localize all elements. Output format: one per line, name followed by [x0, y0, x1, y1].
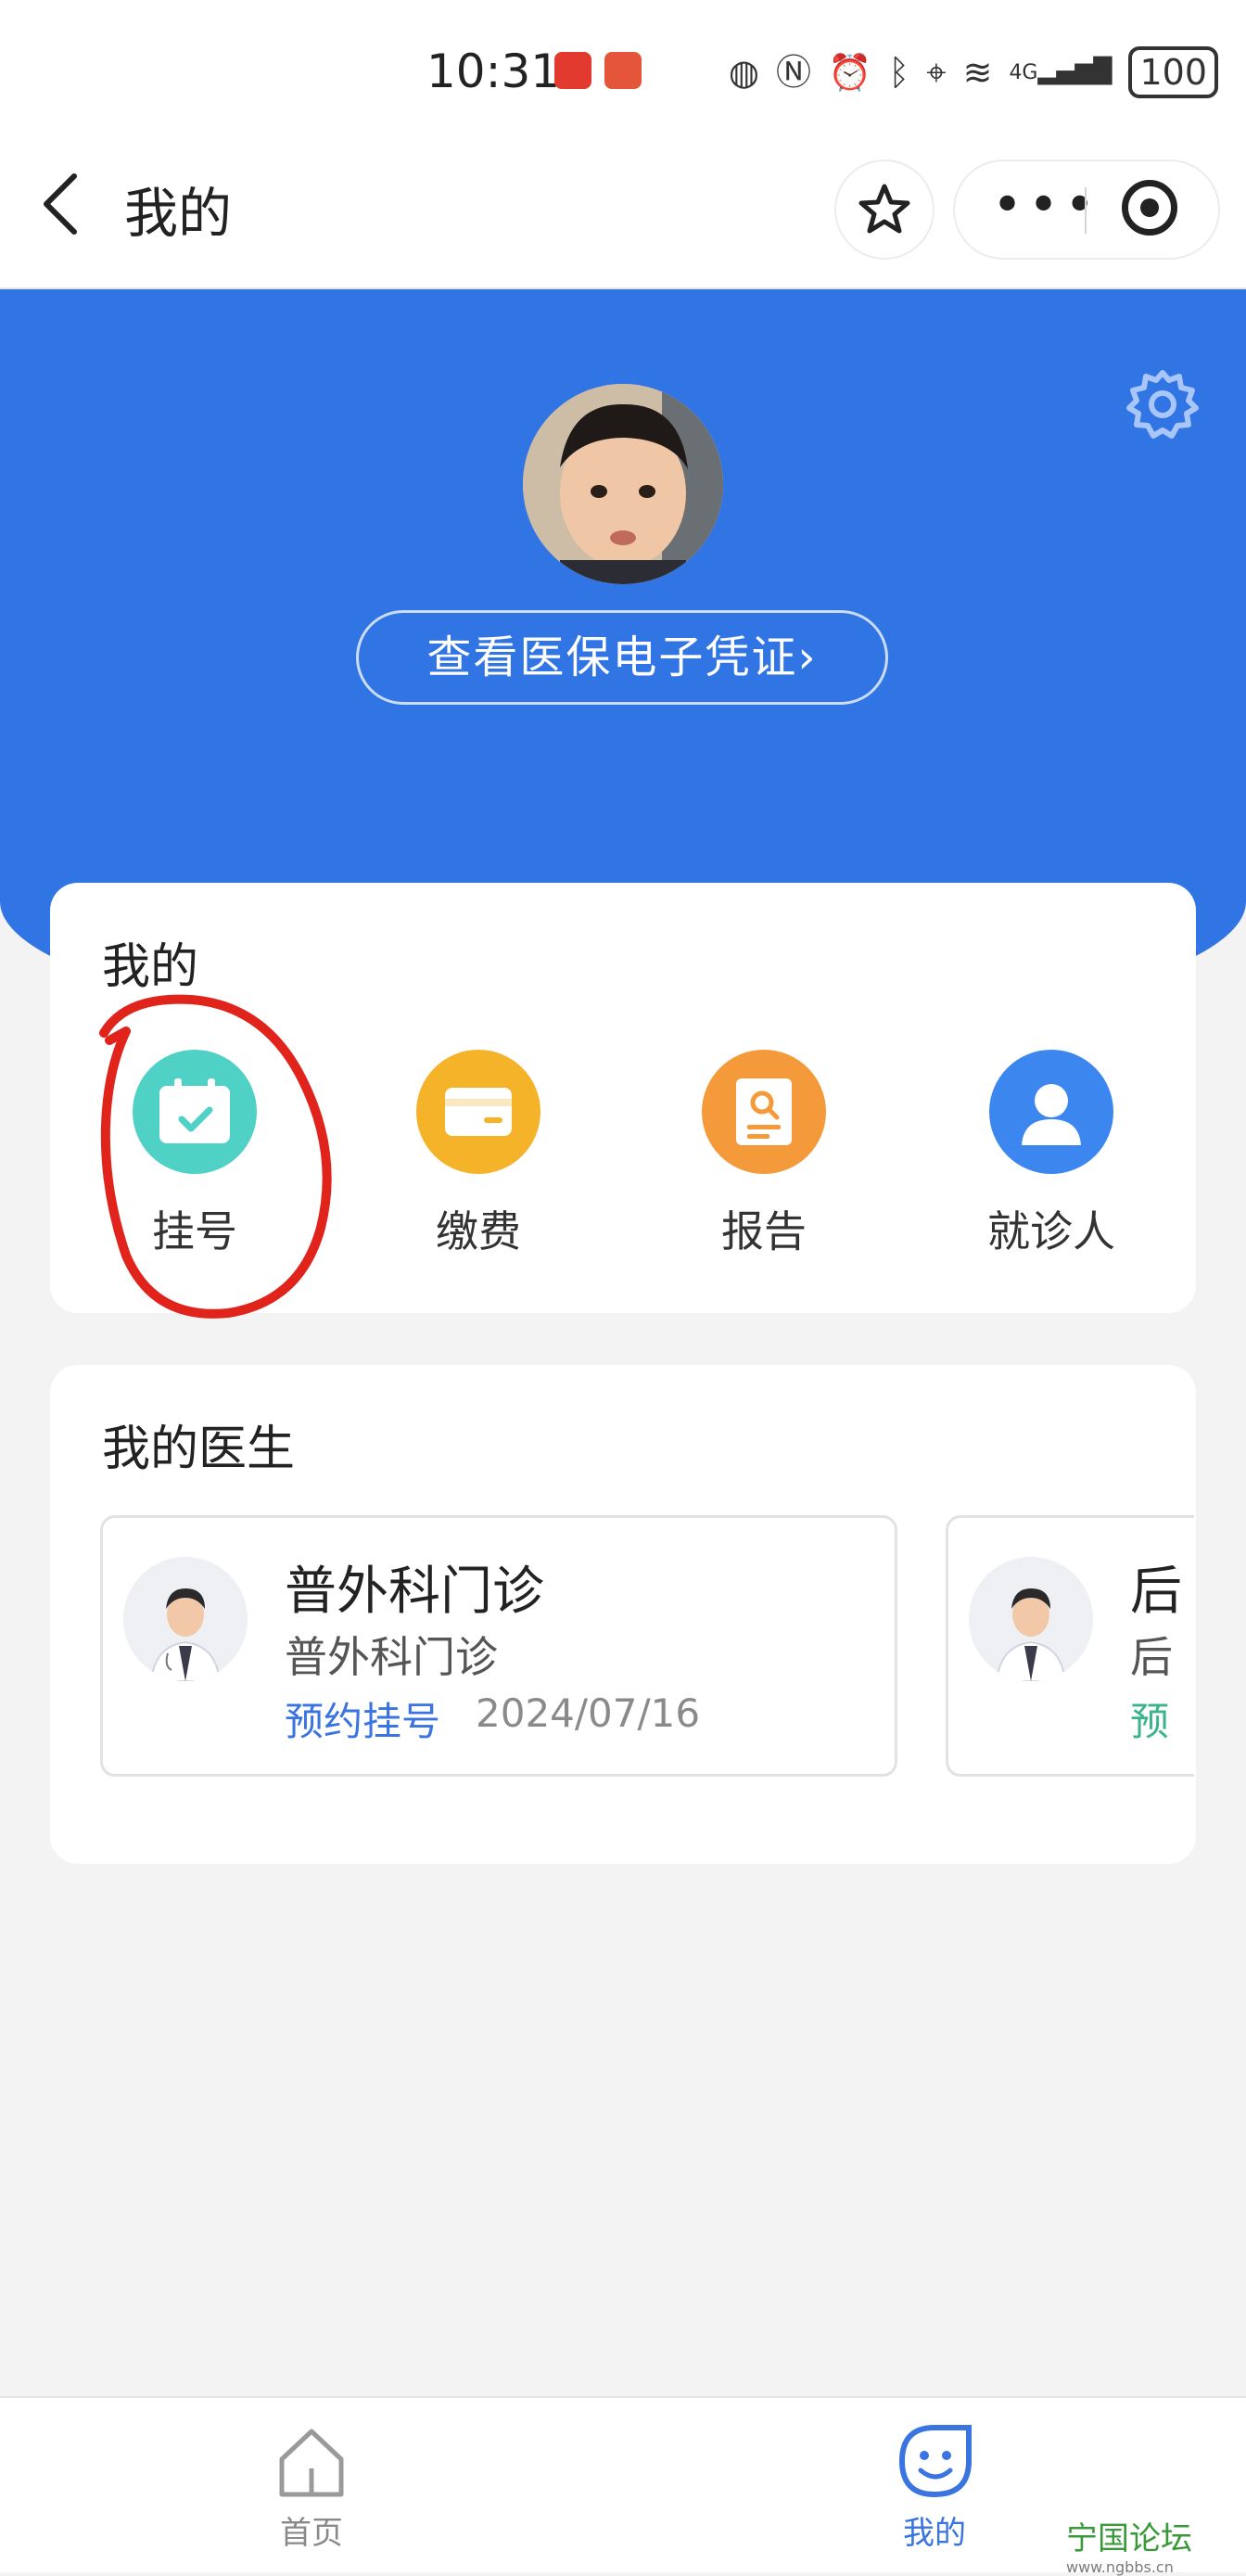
watermark-text: 宁国论坛 [1066, 2520, 1192, 2557]
wifi-icon: ≋ [962, 52, 993, 93]
avatar-photo [523, 384, 723, 584]
doctor-card[interactable]: 后 后 预 [946, 1515, 1194, 1777]
tab-mine[interactable]: 我的 [842, 2422, 1027, 2553]
nav-bar: 我的 ••• [0, 139, 1246, 289]
status-time: 10:31 [426, 45, 561, 98]
alarm-icon: ⏰ [828, 52, 872, 93]
location-icon: ⌖ [926, 52, 947, 93]
tab-home[interactable]: 首页 [219, 2422, 404, 2553]
settings-gear-icon[interactable] [1125, 367, 1200, 441]
tab-home-label: 首页 [280, 2515, 343, 2552]
network-type: 4G [1009, 61, 1038, 84]
doctor-carousel[interactable]: 普外科门诊 普外科门诊 预约挂号 2024/07/16 后 后 预 [100, 1515, 1194, 1784]
bluetooth-icon: ᛒ [888, 52, 910, 93]
doctor-avatar [969, 1557, 1093, 1681]
signal-icon: 4G▂▄▆█ [1009, 57, 1112, 85]
payment-label: 缴费 [436, 1206, 521, 1256]
medical-insurance-certificate-button[interactable]: 查看医保电子凭证› [356, 610, 888, 705]
back-button[interactable] [37, 167, 83, 260]
my-doctors-title: 我的医生 [102, 1422, 296, 1477]
tab-mine-label: 我的 [903, 2515, 966, 2552]
doctor-avatar [123, 1557, 248, 1681]
report-entry[interactable]: 报告 [671, 1050, 857, 1259]
n-icon: Ⓝ [776, 52, 812, 93]
chevron-left-icon [44, 173, 77, 235]
watermark-url: www.ngbbs.cn [1066, 2558, 1174, 2576]
user-avatar[interactable] [523, 384, 723, 584]
mini-program-capsule: ••• [955, 161, 1218, 258]
smile-icon [898, 2425, 972, 2498]
book-appointment-link[interactable]: 预 [1130, 1690, 1169, 1747]
my-doctors-card: 我的医生 普外科门诊 普外科门诊 预约挂号 2024/07/16 后 后 预 [50, 1365, 1196, 1864]
doctor-department: 后 [1130, 1632, 1173, 1682]
notification-app-icon [554, 52, 591, 89]
bottom-tab-bar: 首页 我的 [0, 2396, 1246, 2572]
close-mini-program-button[interactable] [1122, 180, 1177, 236]
doctor-name: 后 [1130, 1562, 1182, 1622]
report-label: 报告 [721, 1206, 807, 1256]
star-icon [858, 184, 910, 234]
status-bar: 10:31 ◍ Ⓝ ⏰ ᛒ ⌖ ≋ 4G▂▄▆█ 100 [0, 0, 1246, 139]
notification-app-icon-2 [604, 52, 642, 89]
nfc-icon: ◍ [728, 52, 760, 93]
page-title: 我的 [124, 182, 233, 245]
status-icons: ◍ Ⓝ ⏰ ᛒ ⌖ ≋ 4G▂▄▆█ 100 [729, 46, 1218, 98]
card-icon [416, 1050, 540, 1174]
patient-label: 就诊人 [987, 1206, 1115, 1256]
doctor-name: 普外科门诊 [285, 1562, 544, 1622]
report-search-icon [702, 1050, 826, 1174]
favorite-button[interactable] [836, 161, 933, 258]
payment-entry[interactable]: 缴费 [386, 1050, 571, 1259]
site-watermark: 宁国论坛 www.ngbbs.cn [1066, 2513, 1192, 2576]
battery-indicator: 100 [1128, 46, 1218, 98]
doctor-card[interactable]: 普外科门诊 普外科门诊 预约挂号 2024/07/16 [100, 1515, 897, 1777]
book-appointment-link[interactable]: 预约挂号 [285, 1690, 440, 1747]
annotation-circle [99, 994, 332, 1319]
home-icon [279, 2429, 344, 2497]
doctor-department: 普外科门诊 [285, 1632, 498, 1682]
patient-entry[interactable]: 就诊人 [959, 1050, 1144, 1259]
capsule-divider [1085, 187, 1087, 234]
person-icon [989, 1050, 1113, 1174]
last-visit-date: 2024/07/16 [476, 1690, 701, 1736]
